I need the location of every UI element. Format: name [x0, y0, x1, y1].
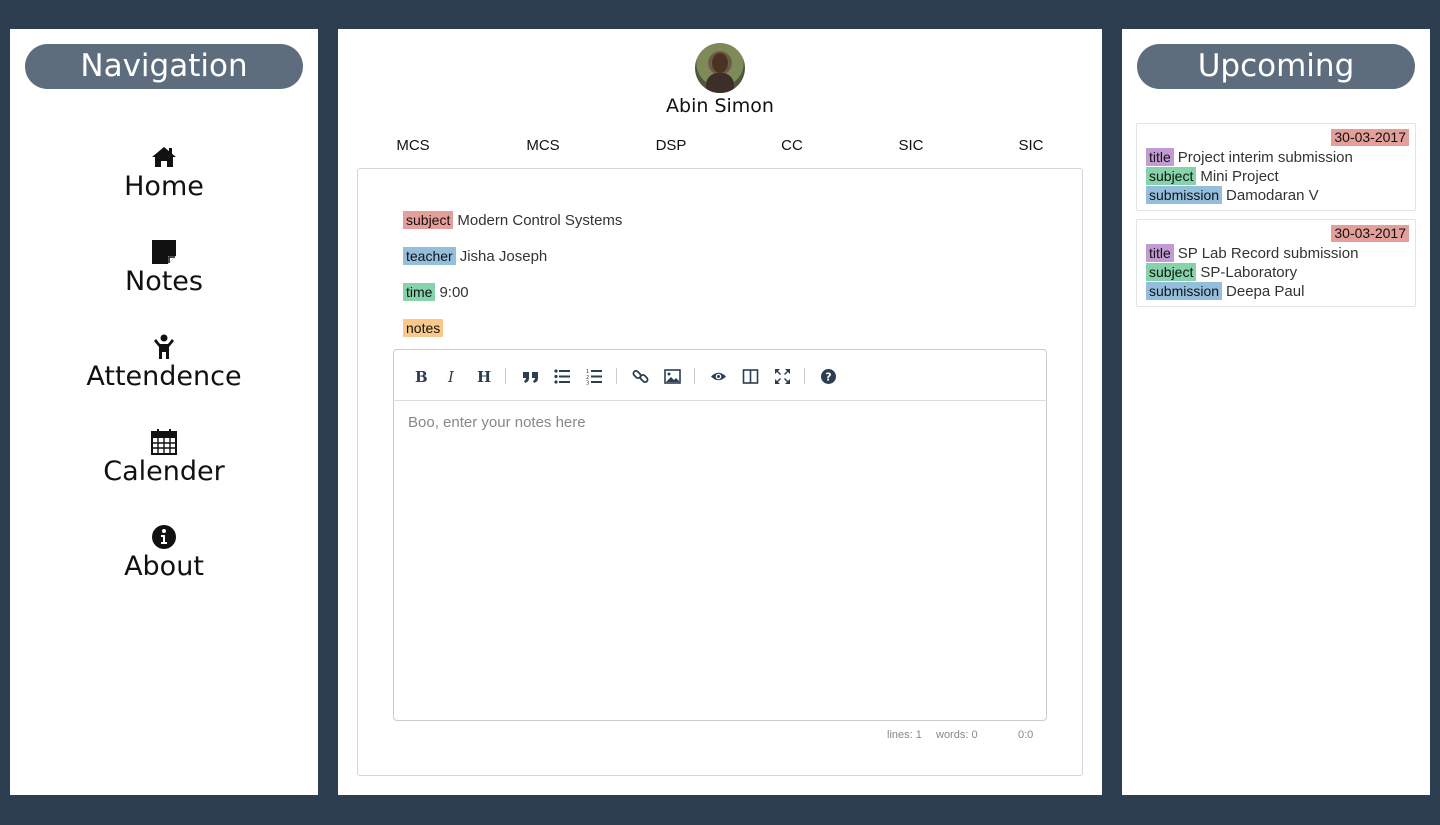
upcoming-subject-value: Mini Project [1200, 168, 1279, 185]
upcoming-subject-row: subject SP-Laboratory [1146, 263, 1297, 282]
subject-tag: subject [403, 211, 454, 229]
svg-text:?: ? [825, 370, 831, 383]
image-icon[interactable] [659, 363, 685, 389]
upcoming-item[interactable]: 30-03-2017 title SP Lab Record submission… [1136, 219, 1416, 307]
notes-tag: notes [403, 319, 444, 337]
unordered-list-icon[interactable] [549, 363, 575, 389]
upcoming-submission-row: submission Deepa Paul [1146, 282, 1304, 301]
upcoming-title: Upcoming [1137, 44, 1415, 89]
upcoming-submission-value: Damodaran V [1226, 187, 1319, 204]
italic-icon[interactable]: I [439, 363, 465, 389]
notes-textarea[interactable] [394, 402, 1046, 720]
title-tag: title [1146, 244, 1174, 262]
preview-icon[interactable] [705, 363, 731, 389]
info-icon [10, 521, 318, 551]
status-lines: lines: 1 [887, 729, 922, 741]
date-badge: 30-03-2017 [1331, 129, 1409, 146]
subject-value: Modern Control Systems [457, 212, 623, 229]
upcoming-item[interactable]: 30-03-2017 title Project interim submissi… [1136, 123, 1416, 211]
bold-icon[interactable]: B [407, 363, 433, 389]
subject-field: subject Modern Control Systems [403, 211, 623, 229]
fullscreen-icon[interactable] [769, 363, 795, 389]
svg-text:I: I [447, 368, 455, 385]
status-cursor: 0:0 [1018, 729, 1034, 741]
nav-label-notes: Notes [125, 266, 203, 297]
nav-item-about[interactable]: About [10, 521, 318, 616]
markdown-editor: B I H 123 ? Boo, enter your notes here [393, 349, 1047, 721]
heading-icon[interactable]: H [471, 363, 497, 389]
submission-tag: submission [1146, 186, 1223, 204]
svg-text:3: 3 [586, 380, 589, 385]
tab-dsp[interactable]: DSP [656, 137, 687, 154]
time-value: 9:00 [439, 284, 469, 301]
nav-label-calender: Calender [103, 456, 225, 487]
date-badge: 30-03-2017 [1331, 225, 1409, 242]
tab-mcs-2[interactable]: MCS [526, 137, 559, 154]
help-icon[interactable]: ? [815, 363, 841, 389]
profile-name: Abin Simon [666, 95, 774, 117]
upcoming-title-value: Project interim submission [1177, 149, 1353, 166]
tab-mcs-1[interactable]: MCS [396, 137, 429, 154]
subject-tag: subject [1146, 263, 1197, 281]
subject-tag: subject [1146, 167, 1197, 185]
main-panel: Abin Simon MCS MCS DSP CC SIC SIC subjec… [338, 29, 1102, 795]
upcoming-panel: Upcoming 30-03-2017 title Project interim… [1122, 29, 1430, 795]
calendar-icon [10, 426, 318, 456]
ordered-list-icon[interactable]: 123 [581, 363, 607, 389]
link-icon[interactable] [627, 363, 653, 389]
nav-label-about: About [124, 551, 204, 582]
subject-detail-card: subject Modern Control Systems teacher Jis… [357, 168, 1083, 776]
tab-sic-1[interactable]: SIC [898, 137, 923, 154]
sticky-note-icon [10, 236, 318, 266]
upcoming-title-value: SP Lab Record submission [1177, 245, 1359, 262]
time-field: time 9:00 [403, 283, 469, 301]
subject-tabs: MCS MCS DSP CC SIC SIC [358, 137, 1084, 161]
time-tag: time [403, 283, 436, 301]
side-by-side-icon[interactable] [737, 363, 763, 389]
title-tag: title [1146, 148, 1174, 166]
quote-icon[interactable] [517, 363, 543, 389]
status-words: words: 0 [936, 729, 978, 741]
nav-label-attendence: Attendence [86, 361, 242, 392]
upcoming-subject-value: SP-Laboratory [1200, 264, 1298, 281]
notes-field: notes [403, 319, 447, 337]
nav-item-home[interactable]: Home [10, 141, 318, 236]
home-icon [10, 141, 318, 171]
upcoming-title-row: title Project interim submission [1146, 148, 1353, 167]
avatar[interactable] [695, 43, 745, 93]
upcoming-submission-row: submission Damodaran V [1146, 186, 1319, 205]
teacher-value: Jisha Joseph [459, 248, 548, 265]
navigation-panel: Navigation Home Notes Attendence Calende… [10, 29, 318, 795]
teacher-tag: teacher [403, 247, 456, 265]
navigation-title: Navigation [25, 44, 303, 89]
nav-label-home: Home [124, 171, 204, 202]
nav-item-attendence[interactable]: Attendence [10, 331, 318, 426]
upcoming-title-row: title SP Lab Record submission [1146, 244, 1358, 263]
nav-list: Home Notes Attendence Calender About [10, 141, 318, 616]
teacher-field: teacher Jisha Joseph [403, 247, 548, 265]
upcoming-submission-value: Deepa Paul [1226, 283, 1305, 300]
tab-sic-2[interactable]: SIC [1018, 137, 1043, 154]
editor-toolbar: B I H 123 ? [394, 350, 1046, 401]
nav-item-calender[interactable]: Calender [10, 426, 318, 521]
upcoming-subject-row: subject Mini Project [1146, 167, 1279, 186]
nav-item-notes[interactable]: Notes [10, 236, 318, 331]
tab-cc[interactable]: CC [781, 137, 803, 154]
child-icon [10, 331, 318, 361]
submission-tag: submission [1146, 282, 1223, 300]
svg-text:B: B [415, 368, 428, 385]
svg-text:H: H [477, 368, 491, 385]
